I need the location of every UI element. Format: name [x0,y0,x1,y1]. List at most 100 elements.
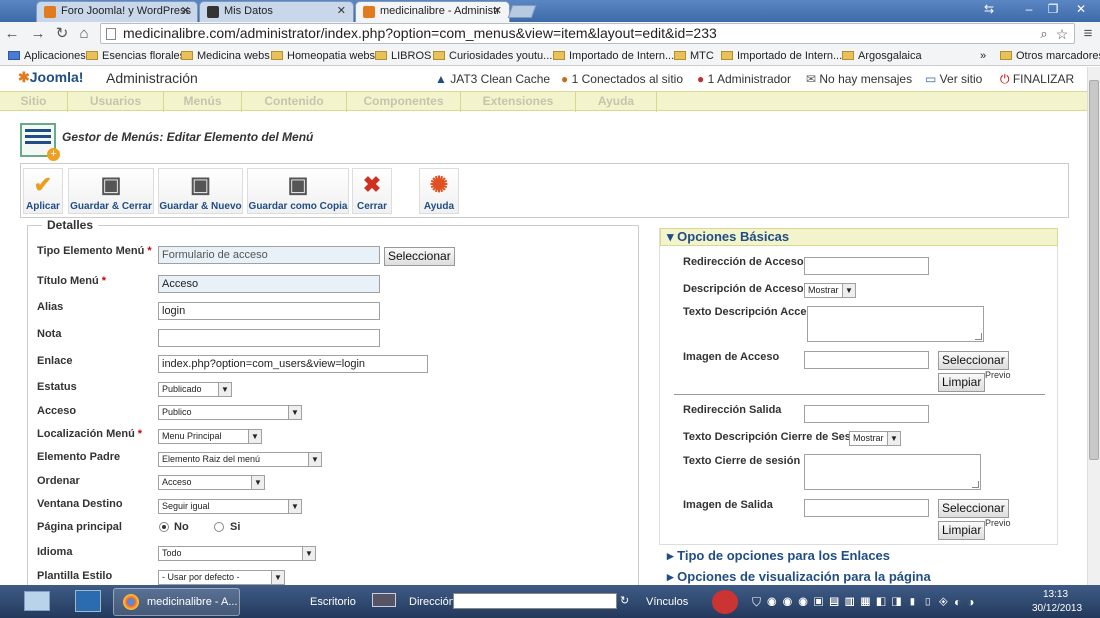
keyboard-icon[interactable] [372,593,396,607]
home-no-radio[interactable] [159,522,169,532]
menu-extensiones[interactable]: Extensiones [461,92,576,112]
label-imagen-acceso: Imagen de Acceso [683,351,780,363]
menu-location-select[interactable]: Menu Principal ▼ [158,429,262,444]
parent-item-select[interactable]: Elemento Raiz del menú ▼ [158,452,322,467]
system-tray-icons[interactable]: ⛉◉◉◉▣▤▥▦◧◨▮▯◈◐◑ [752,595,981,610]
search-icon[interactable]: ⌕ [1034,24,1054,44]
messages-link[interactable]: ✉ No hay mensajes [806,72,912,86]
close-tab-icon[interactable]: ✕ [493,2,502,21]
bookmark-folder[interactable]: Esencias florales [86,49,185,63]
ordering-select[interactable]: Acceso ▼ [158,475,265,490]
logout-description-select[interactable]: Mostrar ▼ [849,431,901,446]
bookmark-folder[interactable]: Importado de Intern... [553,49,674,63]
language-select[interactable]: Todo ▼ [158,546,316,561]
login-image-clear-button[interactable]: Limpiar [938,373,986,392]
bookmark-folder[interactable]: Homeopatia webs [271,49,375,63]
back-button[interactable]: ← [2,24,22,44]
template-style-select[interactable]: - Usar por defecto - ▼ [158,570,285,585]
login-image-select-button[interactable]: Seleccionar [938,351,1009,370]
bookmark-star-icon[interactable]: ☆ [1052,24,1072,44]
logout-redirect-input[interactable] [804,405,929,423]
target-window-select[interactable]: Seguir igual ▼ [158,499,302,514]
menu-componentes[interactable]: Componentes [347,92,461,112]
tipo-field: Formulario de acceso [158,246,380,264]
other-bookmarks[interactable]: Otros marcadores [1000,49,1100,63]
menu-contenido[interactable]: Contenido [242,92,347,112]
bookmark-folder[interactable]: Medicina webs [181,49,270,63]
bookmark-aplicaciones[interactable]: Aplicaciones [8,49,86,63]
clean-cache-link[interactable]: ▲ JAT3 Clean Cache [435,72,550,86]
logout-image-clear-button[interactable]: Limpiar [938,521,986,540]
save-close-button[interactable]: ▣ Guardar & Cerrar [68,168,154,214]
save-copy-button[interactable]: ▣ Guardar como Copia [247,168,349,214]
taskbar-chrome-button[interactable]: medicinalibre - A... [113,588,240,616]
login-image-input[interactable] [804,351,929,369]
minimize-button[interactable]: – [1016,0,1042,18]
tab-medicinalibre[interactable]: medicinalibre - Administr ✕ [355,1,510,23]
access-select[interactable]: Publico ▼ [158,405,302,420]
tab-mis-datos[interactable]: Mis Datos ✕ [199,1,354,22]
menu-usuarios[interactable]: Usuarios [68,92,164,112]
bookmark-folder[interactable]: Argosgalaica [842,49,922,63]
status-select[interactable]: Publicado ▼ [158,382,232,397]
joomla-logo-icon: ✱ [18,69,30,85]
close-button[interactable]: ✖ Cerrar [352,168,392,214]
save-new-button[interactable]: ▣ Guardar & Nuevo [158,168,243,214]
tray-app-icon[interactable] [712,590,738,614]
title-input[interactable]: Acceso [158,275,380,293]
bookmark-folder[interactable]: LIBROS [375,49,431,63]
apply-button[interactable]: ✔ Aplicar [23,168,63,214]
menu-ayuda[interactable]: Ayuda [576,92,657,112]
note-input[interactable] [158,329,380,347]
explorer-icon[interactable] [24,591,50,611]
login-redirect-input[interactable] [804,257,929,275]
url-input[interactable]: medicinalibre.com/administrator/index.ph… [100,23,1075,44]
joomla-favicon-icon [363,6,375,18]
help-button[interactable]: ✺ Ayuda [419,168,459,214]
new-tab-button[interactable] [507,5,537,18]
bookmark-folder[interactable]: Importado de Intern... [721,49,842,63]
alias-input[interactable]: login [158,302,380,320]
menu-menus[interactable]: Menús [164,92,242,112]
home-button[interactable]: ⌂ [74,24,94,44]
logout-image-input[interactable] [804,499,929,517]
login-description-select[interactable]: Mostrar ▼ [804,283,856,298]
bookmark-folder[interactable]: MTC [674,49,714,63]
close-tab-icon[interactable]: ✕ [337,2,346,21]
basic-options-header[interactable]: ▾ Opciones Básicas [660,228,1058,246]
link-input[interactable]: index.php?option=com_users&view=login [158,355,428,373]
toolbar: ✔ Aplicar ▣ Guardar & Cerrar ▣ Guardar & Nu… [20,163,1069,218]
bookmark-folder[interactable]: Curiosidades youtu... [433,49,552,63]
page-display-options-header[interactable]: ▸ Opciones de visualización para la pági… [660,568,1058,586]
menu-icon[interactable]: ≡ [1078,24,1098,44]
menu-sitio[interactable]: Sitio [0,92,68,112]
view-site-link[interactable]: ▭ Ver sitio [925,72,982,86]
options-panel [659,228,1058,545]
forward-button[interactable]: → [28,24,48,44]
close-window-button[interactable]: ✕ [1068,0,1094,18]
desktop-app-icon[interactable] [75,590,101,612]
chevron-down-icon: ▼ [288,500,301,513]
logout-image-select-button[interactable]: Seleccionar [938,499,1009,518]
close-tab-icon[interactable]: ✕ [181,2,190,21]
label-redir-acceso: Redirección de Acceso [683,256,804,268]
joomla-logo: ✱Joomla! [18,69,84,85]
maximize-button[interactable]: ❐ [1040,0,1066,18]
link-options-header[interactable]: ▸ Tipo de opciones para los Enlaces [660,547,1058,565]
chevron-down-icon: ▼ [308,453,321,466]
logout-text-textarea[interactable] [804,454,981,490]
go-icon[interactable]: ↻ [620,594,629,607]
reload-button[interactable]: ↻ [52,24,72,44]
desktop-toolbar-label[interactable]: Escritorio [310,596,356,608]
scrollbar-thumb[interactable] [1089,80,1099,460]
tab-foro-joomla[interactable]: Foro Joomla! y WordPress ✕ [36,1,198,22]
minimize-icon[interactable]: ⇆ [976,0,1002,18]
more-bookmarks-icon[interactable]: » [980,49,986,63]
logout-link[interactable]: ⏻ FINALIZAR [1000,72,1074,86]
admin-icon: ● [697,72,708,86]
home-si-radio[interactable] [214,522,224,532]
login-description-textarea[interactable] [807,306,984,342]
folder-icon [375,51,387,60]
select-type-button[interactable]: Seleccionar [384,247,455,266]
taskbar-address-input[interactable] [453,593,617,609]
